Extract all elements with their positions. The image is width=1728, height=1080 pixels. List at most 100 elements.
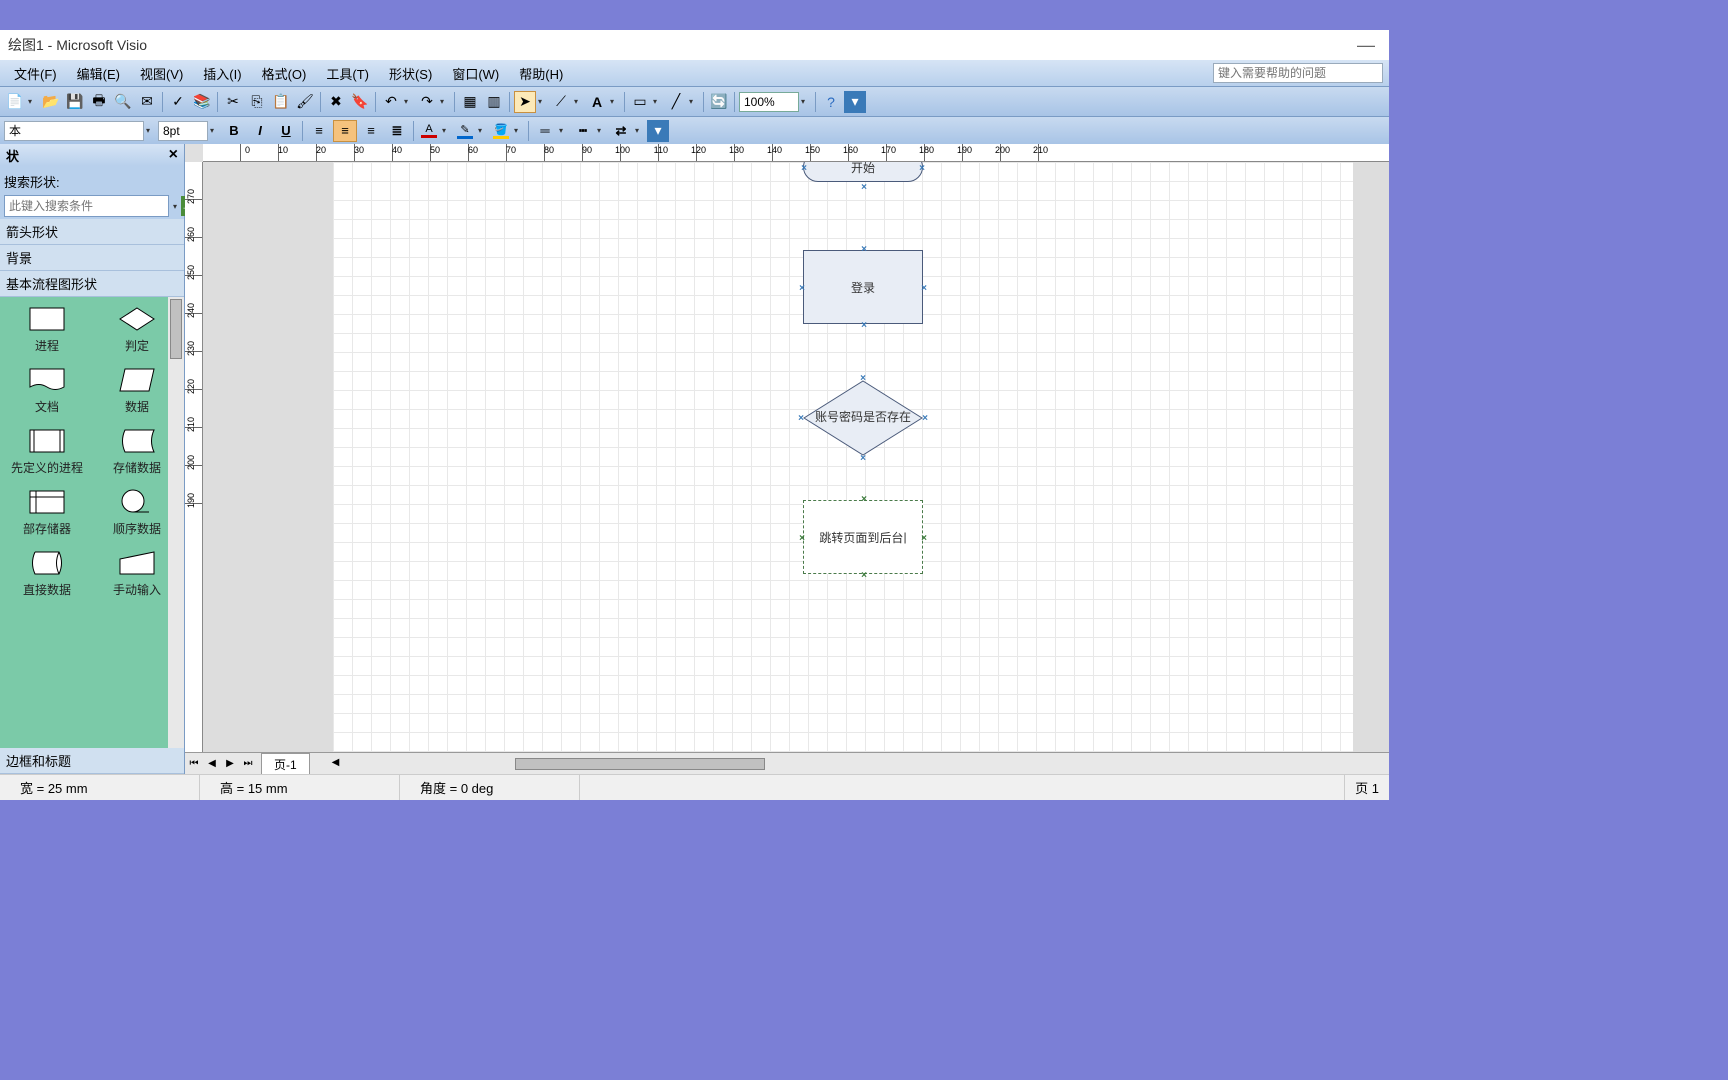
- formatting-toolbar: 本▾ 8pt▾ B I U ≡ ≡ ≡ ≣ A▾ ✎▾ 🪣▾ ═▾ ┅▾ ⇄▾ …: [0, 116, 1389, 144]
- category-backgrounds[interactable]: 背景: [0, 245, 184, 271]
- canvas-area: 0102030405060708090100110120130140150160…: [185, 144, 1389, 774]
- shape-decision-check[interactable]: 账号密码是否存在 × × × ×: [803, 380, 923, 456]
- close-icon[interactable]: ×: [169, 146, 178, 164]
- menu-insert[interactable]: 插入(I): [195, 62, 249, 85]
- rotate-icon[interactable]: 🔄: [708, 91, 730, 113]
- font-combo[interactable]: 本: [4, 121, 144, 141]
- font-color-button[interactable]: A: [418, 122, 440, 140]
- bold-button[interactable]: B: [222, 120, 246, 142]
- line-ends-icon[interactable]: ⇄: [609, 120, 633, 142]
- line-color-button[interactable]: ✎: [454, 122, 476, 140]
- rectangle-tool-icon[interactable]: ▭: [629, 91, 651, 113]
- window-title: 绘图1 - Microsoft Visio: [8, 35, 147, 55]
- category-borders-titles[interactable]: 边框和标题: [0, 748, 184, 774]
- align-justify-icon[interactable]: ≣: [385, 120, 409, 142]
- align-left-icon[interactable]: ≡: [307, 120, 331, 142]
- menu-tools[interactable]: 工具(T): [318, 62, 377, 85]
- email-icon[interactable]: ✉: [136, 91, 158, 113]
- help-icon[interactable]: ?: [820, 91, 842, 113]
- shape-stencil-internal-storage[interactable]: 部存储器: [4, 488, 90, 537]
- standard-toolbar: 📄▾ 📂 💾 🖶 🔍 ✉ ✓ 📚 ✂ ⎘ 📋 🖌 ✖ 🔖 ↶▾ ↷▾ ▦ ▥ ➤…: [0, 86, 1389, 116]
- toolbar-overflow-icon[interactable]: ▾: [844, 91, 866, 113]
- first-page-button[interactable]: ⏮: [185, 758, 203, 769]
- fill-color-button[interactable]: 🪣: [490, 122, 512, 140]
- search-history-dropdown[interactable]: ▾: [173, 202, 177, 211]
- format-overflow-icon[interactable]: ▾: [647, 120, 669, 142]
- shape-stencil-direct-data[interactable]: 直接数据: [4, 549, 90, 598]
- status-width: 宽 = 25 mm: [0, 775, 200, 800]
- main-area: 状 × 搜索形状: ▾ → 箭头形状 背景 基本流程图形状 进程 判定: [0, 144, 1389, 774]
- shapes-grid: 进程 判定 文档 数据 先定义的进程: [0, 297, 184, 748]
- stamp-icon[interactable]: 🔖: [349, 91, 371, 113]
- shape-stencil-process[interactable]: 进程: [4, 305, 90, 354]
- category-basic-flowchart[interactable]: 基本流程图形状: [0, 271, 184, 297]
- shape-stencil-document[interactable]: 文档: [4, 366, 90, 415]
- help-search-input[interactable]: [1213, 63, 1383, 83]
- line-tool-icon[interactable]: ╱: [665, 91, 687, 113]
- print-icon[interactable]: 🖶: [88, 91, 110, 113]
- menubar: 文件(F) 编辑(E) 视图(V) 插入(I) 格式(O) 工具(T) 形状(S…: [0, 60, 1389, 86]
- shapes-panel: 状 × 搜索形状: ▾ → 箭头形状 背景 基本流程图形状 进程 判定: [0, 144, 185, 774]
- shape-process-login[interactable]: 登录 × × × ×: [803, 250, 923, 324]
- menu-help[interactable]: 帮助(H): [511, 62, 571, 85]
- new-icon[interactable]: 📄: [4, 91, 26, 113]
- format-painter-icon[interactable]: 🖌: [294, 91, 316, 113]
- horizontal-ruler: 0102030405060708090100110120130140150160…: [203, 144, 1389, 162]
- category-arrows[interactable]: 箭头形状: [0, 219, 184, 245]
- minimize-button[interactable]: —: [1351, 35, 1381, 56]
- shape-terminator-start[interactable]: 开始 × × ×: [803, 162, 923, 182]
- zoom-combo[interactable]: 100%: [739, 92, 799, 112]
- line-weight-icon[interactable]: ═: [533, 120, 557, 142]
- last-page-button[interactable]: ⏭: [239, 758, 257, 769]
- shapes-window-icon[interactable]: ▦: [459, 91, 481, 113]
- undo-icon[interactable]: ↶: [380, 91, 402, 113]
- shapes-panel-title: 状: [6, 146, 19, 165]
- print-preview-icon[interactable]: 🔍: [112, 91, 134, 113]
- spelling-icon[interactable]: ✓: [167, 91, 189, 113]
- text-tool-icon[interactable]: A: [586, 91, 608, 113]
- menu-format[interactable]: 格式(O): [254, 62, 315, 85]
- window-controls: —: [1351, 35, 1381, 56]
- align-center-icon[interactable]: ≡: [333, 120, 357, 142]
- drawing-page[interactable]: 开始 × × × 登录 × × × ×: [333, 162, 1353, 752]
- search-shapes-input[interactable]: [4, 195, 169, 217]
- cut-icon[interactable]: ✂: [222, 91, 244, 113]
- menu-edit[interactable]: 编辑(E): [69, 62, 128, 85]
- menu-view[interactable]: 视图(V): [132, 62, 191, 85]
- vertical-ruler: 270260250240230220210200190: [185, 162, 203, 752]
- italic-button[interactable]: I: [248, 120, 272, 142]
- redo-icon[interactable]: ↷: [416, 91, 438, 113]
- paste-icon[interactable]: 📋: [270, 91, 292, 113]
- align-right-icon[interactable]: ≡: [359, 120, 383, 142]
- app-window: 绘图1 - Microsoft Visio — 文件(F) 编辑(E) 视图(V…: [0, 30, 1389, 800]
- line-pattern-icon[interactable]: ┅: [571, 120, 595, 142]
- horizontal-scrollbar[interactable]: ◀: [330, 757, 1389, 771]
- status-page: 页 1: [1345, 778, 1389, 797]
- shape-stencil-predefined[interactable]: 先定义的进程: [4, 427, 90, 476]
- shapes-panel-header: 状 ×: [0, 144, 184, 166]
- status-spacer: [580, 775, 1345, 800]
- menu-file[interactable]: 文件(F): [6, 62, 65, 85]
- font-size-combo[interactable]: 8pt: [158, 121, 208, 141]
- connector-tool-icon[interactable]: ⟋: [550, 91, 572, 113]
- page-tabs-bar: ⏮ ◀ ▶ ⏭ 页-1 ◀: [185, 752, 1389, 774]
- research-icon[interactable]: 📚: [191, 91, 213, 113]
- save-icon[interactable]: 💾: [64, 91, 86, 113]
- pointer-tool-icon[interactable]: ➤: [514, 91, 536, 113]
- shapes-scrollbar[interactable]: [168, 297, 184, 748]
- shape-process-editing[interactable]: 跳转页面到后台| × × × ×: [803, 500, 923, 574]
- drawing-canvas[interactable]: 开始 × × × 登录 × × × ×: [203, 162, 1389, 752]
- menu-window[interactable]: 窗口(W): [444, 62, 507, 85]
- statusbar: 宽 = 25 mm 高 = 15 mm 角度 = 0 deg 页 1: [0, 774, 1389, 800]
- open-icon[interactable]: 📂: [40, 91, 62, 113]
- menu-shape[interactable]: 形状(S): [381, 62, 440, 85]
- search-shapes-label: 搜索形状:: [0, 166, 184, 193]
- delete-icon[interactable]: ✖: [325, 91, 347, 113]
- next-page-button[interactable]: ▶: [221, 758, 239, 769]
- prev-page-button[interactable]: ◀: [203, 758, 221, 769]
- underline-button[interactable]: U: [274, 120, 298, 142]
- copy-icon[interactable]: ⎘: [246, 91, 268, 113]
- layers-icon[interactable]: ▥: [483, 91, 505, 113]
- status-height: 高 = 15 mm: [200, 775, 400, 800]
- page-tab-1[interactable]: 页-1: [261, 753, 310, 775]
